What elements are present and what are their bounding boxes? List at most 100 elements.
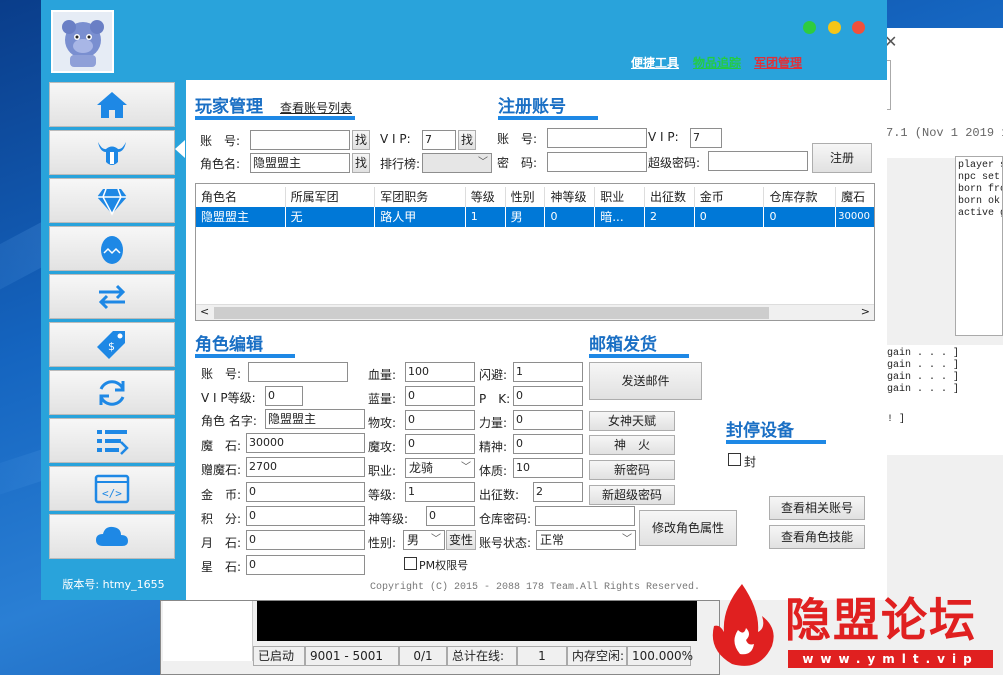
column-header[interactable]: 职业: [595, 187, 645, 207]
edit-starstone-input[interactable]: 0: [246, 555, 365, 575]
register-account-input[interactable]: [547, 128, 647, 148]
sidebar-item-items[interactable]: [49, 178, 175, 223]
warehouse-password-input[interactable]: [535, 506, 635, 526]
rank-select[interactable]: ﹀: [422, 153, 492, 173]
edit-starstone-label: 星 石:: [201, 560, 242, 574]
link-item-tracking[interactable]: 物品追踪: [693, 54, 741, 71]
list-icon: [97, 429, 129, 455]
view-related-accounts-button[interactable]: 查看相关账号: [769, 496, 865, 520]
super-password-input[interactable]: [708, 151, 808, 171]
column-header[interactable]: 金币: [694, 187, 765, 207]
edit-moonstone-input[interactable]: 0: [246, 530, 365, 550]
divine-fire-button[interactable]: 神 火: [589, 435, 675, 455]
register-vip-input[interactable]: 7: [690, 128, 722, 148]
send-mail-button[interactable]: 发送邮件: [589, 362, 702, 400]
sidebar-item-home[interactable]: [49, 82, 175, 127]
change-gender-button[interactable]: 变性: [446, 530, 476, 550]
account-search-input[interactable]: [250, 130, 350, 150]
edit-dodge-input[interactable]: 1: [513, 362, 583, 382]
home-icon: [97, 91, 127, 118]
register-button[interactable]: 注册: [812, 143, 872, 173]
column-header[interactable]: 性别: [505, 187, 546, 207]
window-dot-green[interactable]: [803, 21, 816, 34]
column-header[interactable]: 仓库存款: [764, 187, 837, 207]
goddess-talent-button[interactable]: 女神天赋: [589, 411, 675, 431]
scroll-right-icon[interactable]: >: [861, 305, 870, 318]
edit-phys-attack-input[interactable]: 0: [405, 410, 475, 430]
edit-mp-input[interactable]: 0: [405, 386, 475, 406]
new-password-button[interactable]: 新密码: [589, 460, 675, 480]
sidebar-item-shop[interactable]: $: [49, 322, 175, 367]
account-status-label: 账号状态:: [479, 536, 532, 550]
view-account-list-link[interactable]: 查看账号列表: [280, 99, 352, 116]
find-role-button[interactable]: 找: [352, 153, 370, 173]
refresh-icon: [99, 379, 125, 406]
column-header[interactable]: 所属军团: [285, 187, 376, 207]
sidebar-item-script[interactable]: </>: [49, 466, 175, 511]
edit-god-level-input[interactable]: 0: [426, 506, 475, 526]
edit-vip-label: V I P等级:: [201, 391, 256, 405]
sidebar-item-refresh[interactable]: [49, 370, 175, 415]
column-header[interactable]: 等级: [465, 187, 506, 207]
status-running: 已启动: [253, 646, 305, 666]
edit-strength-input[interactable]: 0: [513, 410, 583, 430]
sidebar-item-list[interactable]: [49, 418, 175, 463]
column-header[interactable]: 出征数: [645, 187, 695, 207]
find-vip-button[interactable]: 找: [458, 130, 476, 150]
pm-permission-checkbox[interactable]: [404, 557, 417, 570]
edit-role-name-input[interactable]: 隐盟盟主: [265, 409, 365, 429]
table-horizontal-scrollbar[interactable]: < >: [196, 304, 874, 320]
view-role-skills-button[interactable]: 查看角色技能: [769, 525, 865, 549]
column-header[interactable]: 神等级: [545, 187, 596, 207]
column-header[interactable]: 军团职务: [375, 187, 466, 207]
edit-gender-select[interactable]: 男 ﹀: [403, 530, 445, 550]
warehouse-password-label: 仓库密码:: [479, 512, 532, 526]
sidebar-item-transfer[interactable]: [49, 274, 175, 319]
section-underline: [195, 116, 355, 120]
column-header[interactable]: 角色名: [196, 187, 286, 207]
link-legion-management[interactable]: 军团管理: [754, 54, 802, 71]
new-super-password-button[interactable]: 新超级密码: [589, 485, 675, 505]
sidebar-item-cloud[interactable]: [49, 514, 175, 559]
class-select-value: 龙骑: [409, 461, 434, 475]
status-memory-value: 100.000%: [627, 646, 693, 666]
register-title: 注册账号: [498, 97, 566, 117]
console-version-text: 7.1 (Nov 1 2019 10:: [886, 126, 1003, 140]
edit-constitution-input[interactable]: 10: [513, 458, 583, 478]
scroll-left-icon[interactable]: <: [200, 305, 209, 318]
edit-account-input[interactable]: [248, 362, 348, 382]
ban-checkbox[interactable]: [728, 453, 741, 466]
cloud-icon: [96, 526, 128, 546]
edit-gold-input[interactable]: 0: [246, 482, 365, 502]
section-underline: [195, 354, 295, 358]
edit-level-input[interactable]: 1: [405, 482, 475, 502]
mail-title: 邮箱发货: [589, 335, 657, 355]
link-quick-tools[interactable]: 便捷工具: [631, 54, 679, 71]
edit-vip-input[interactable]: 0: [265, 386, 303, 406]
viking-helmet-icon: [98, 141, 126, 165]
edit-spirit-input[interactable]: 0: [513, 434, 583, 454]
register-password-input[interactable]: [547, 152, 647, 172]
edit-class-select[interactable]: 龙骑 ﹀: [405, 458, 475, 478]
diamond-icon: [97, 188, 127, 216]
account-status-select[interactable]: 正常 ﹀: [536, 530, 636, 550]
window-dot-red[interactable]: [852, 21, 865, 34]
edit-gift-stone-input[interactable]: 2700: [246, 457, 365, 477]
vip-input[interactable]: 7: [422, 130, 456, 150]
table-row[interactable]: 隐盟盟主 无 路人甲 1 男 0 暗... 2 0 0 30000: [196, 207, 874, 227]
find-account-button[interactable]: 找: [352, 130, 370, 150]
edit-magic-attack-input[interactable]: 0: [405, 434, 475, 454]
edit-expedition-input[interactable]: 2: [533, 482, 583, 502]
edit-magic-stone-input[interactable]: 30000: [246, 433, 365, 453]
role-name-search-input[interactable]: 隐盟盟主: [250, 153, 350, 173]
edit-hp-input[interactable]: 100: [405, 362, 475, 382]
svg-text:$: $: [108, 340, 115, 353]
edit-pk-input[interactable]: 0: [513, 386, 583, 406]
scrollbar-thumb[interactable]: [214, 307, 769, 319]
column-header[interactable]: 魔石: [836, 187, 874, 207]
edit-points-input[interactable]: 0: [246, 506, 365, 526]
window-dot-yellow[interactable]: [828, 21, 841, 34]
sidebar-item-pets[interactable]: [49, 226, 175, 271]
sidebar-item-player[interactable]: [49, 130, 175, 175]
modify-role-attributes-button[interactable]: 修改角色属性: [639, 510, 737, 546]
